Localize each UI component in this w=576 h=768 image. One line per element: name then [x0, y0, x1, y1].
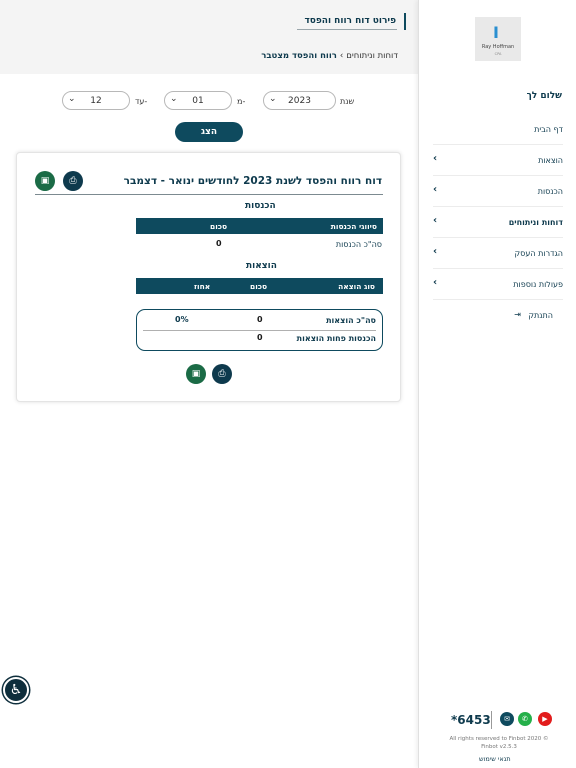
sidebar-item-more-actions[interactable]: פעולות נוספות ‹ [433, 269, 563, 300]
report-card: ▣ ⎙ דוח רווח והפסד לשנת 2023 לחודשים ינו… [16, 152, 401, 402]
sidebar-item-label: דוחות וניתוחים [508, 218, 563, 227]
show-button[interactable]: הצג [175, 122, 243, 142]
report-title: דוח רווח והפסד לשנת 2023 לחודשים ינואר -… [123, 175, 382, 187]
youtube-icon: ▶ [542, 715, 548, 723]
chevron-left-icon: ‹ [433, 246, 438, 257]
from-label: מ- [237, 97, 246, 106]
sidebar: I Ray Hoffman CPA שלום לך דף הבית הוצאות… [418, 0, 576, 768]
chevron-left-icon: ‹ [433, 184, 438, 195]
logo-subtext: CPA [494, 52, 502, 56]
chevron-down-icon: ⌄ [68, 94, 76, 104]
year-select[interactable]: 2023 ⌄ [263, 91, 336, 110]
sidebar-item-logout[interactable]: התנתק ⇥ [433, 300, 553, 331]
income-col-amount: סכום [210, 222, 228, 231]
print-icon: ⎙ [69, 176, 77, 186]
income-total-value: 0 [216, 239, 222, 248]
income-col-type: סיווגי הכנסות [330, 222, 377, 231]
breadcrumb-separator: › [339, 51, 344, 61]
sidebar-item-reports[interactable]: דוחות וניתוחים ‹ [433, 207, 563, 238]
sidebar-item-label: הגדרות העסק [514, 249, 564, 258]
net-label: הכנסות פחות הוצאות [296, 334, 376, 343]
excel-icon: ▣ [191, 369, 201, 379]
sidebar-item-label: התנתק [528, 311, 553, 320]
whatsapp-button[interactable]: ✆ [518, 712, 532, 726]
expenses-col-amount: סכום [250, 282, 268, 291]
sidebar-item-business-settings[interactable]: הגדרות העסק ‹ [433, 238, 563, 269]
breadcrumb: דוחות וניתוחים›רווח והפסד מצטבר [261, 51, 398, 61]
youtube-button[interactable]: ▶ [538, 712, 552, 726]
accessibility-icon: ♿ [9, 682, 23, 698]
total-expenses-value: 0 [257, 315, 263, 324]
expenses-col-percent: אחוז [194, 282, 211, 291]
greeting: שלום לך [526, 91, 562, 101]
sidebar-item-label: הכנסות [537, 187, 563, 196]
title-underline [297, 29, 397, 30]
terms-link[interactable]: תנאי שימוש [479, 755, 511, 763]
to-label: עד- [135, 97, 148, 106]
sidebar-item-income[interactable]: הכנסות ‹ [433, 176, 563, 207]
footer-separator [491, 711, 492, 729]
sidebar-item-label: הוצאות [538, 156, 563, 165]
total-expenses-percent: 0% [175, 315, 189, 324]
email-button[interactable]: ✉ [500, 712, 514, 726]
breadcrumb-parent[interactable]: דוחות וניתוחים [346, 51, 398, 61]
income-section-title: הכנסות [245, 201, 276, 211]
page-title: פירוט דוח רווח והפסד [304, 13, 406, 30]
sidebar-item-label: דף הבית [534, 125, 563, 134]
chevron-down-icon: ⌄ [170, 94, 178, 104]
footer-version: Finbot v2.5.3 [481, 744, 517, 750]
phone-number[interactable]: *6453 [451, 713, 491, 727]
company-logo[interactable]: I Ray Hoffman CPA [475, 17, 521, 61]
export-excel-button-bottom[interactable]: ▣ [186, 364, 206, 384]
accessibility-button[interactable]: ♿ [3, 677, 29, 703]
excel-icon: ▣ [40, 176, 50, 186]
logo-text: Ray Hoffman [481, 44, 515, 50]
print-icon: ⎙ [218, 369, 226, 379]
summary-divider [143, 330, 376, 331]
total-expenses-label: סה"כ הוצאות [326, 316, 376, 325]
sidebar-item-label: פעולות נוספות [513, 280, 563, 289]
sidebar-item-home[interactable]: דף הבית [433, 114, 563, 145]
expenses-section-title: הוצאות [246, 261, 277, 271]
income-total-label: סה"כ הכנסות [335, 240, 382, 249]
chevron-down-icon: ⌄ [269, 94, 277, 104]
income-table-header: סיווגי הכנסות סכום [136, 218, 383, 234]
logout-icon: ⇥ [514, 310, 521, 319]
chevron-left-icon: ‹ [433, 215, 438, 226]
summary-box: סה"כ הוצאות 0 0% הכנסות פחות הוצאות 0 [136, 309, 383, 351]
from-month-select[interactable]: 01 ⌄ [164, 91, 232, 110]
footer-copyright: All rights reserved to Finbot 2020 © [449, 736, 549, 742]
export-excel-button[interactable]: ▣ [35, 171, 55, 191]
whatsapp-icon: ✆ [522, 715, 528, 723]
print-button[interactable]: ⎙ [63, 171, 83, 191]
report-divider [35, 194, 383, 195]
breadcrumb-current: רווח והפסד מצטבר [261, 51, 337, 61]
expenses-table-header: סוג הוצאה סכום אחוז [136, 278, 383, 294]
email-icon: ✉ [504, 715, 510, 723]
expenses-col-type: סוג הוצאה [338, 282, 375, 291]
print-button-bottom[interactable]: ⎙ [212, 364, 232, 384]
logo-mark-icon: I [493, 23, 499, 42]
sidebar-item-expenses[interactable]: הוצאות ‹ [433, 145, 563, 176]
header-band [0, 0, 418, 74]
net-value: 0 [257, 333, 263, 342]
chevron-left-icon: ‹ [433, 277, 438, 288]
to-month-select[interactable]: 12 ⌄ [62, 91, 130, 110]
year-label: שנת [340, 97, 355, 106]
chevron-left-icon: ‹ [433, 153, 438, 164]
